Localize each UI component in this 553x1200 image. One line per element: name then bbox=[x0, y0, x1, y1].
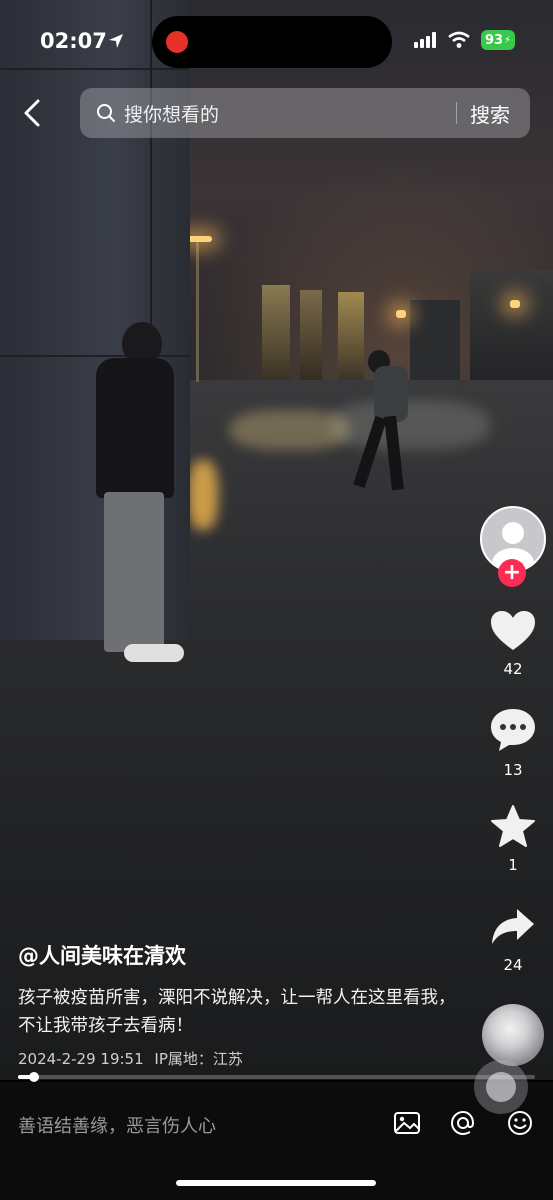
search-bar[interactable]: 搜你想看的 搜索 bbox=[80, 88, 530, 138]
heart-icon bbox=[491, 611, 535, 650]
like-count: 42 bbox=[503, 660, 523, 678]
wifi-icon bbox=[448, 31, 470, 48]
search-button[interactable]: 搜索 bbox=[470, 99, 510, 128]
share-button[interactable]: 24 bbox=[478, 906, 548, 974]
standing-man bbox=[90, 322, 185, 667]
comment-count: 13 bbox=[503, 761, 523, 779]
search-icon bbox=[97, 104, 115, 122]
status-time: 02:07 bbox=[40, 29, 107, 53]
recording-indicator bbox=[166, 31, 188, 53]
at-icon[interactable] bbox=[448, 1108, 478, 1138]
signal-icon bbox=[414, 32, 436, 48]
video-meta: 2024-2-29 19:51 IP属地：江苏 bbox=[18, 1048, 243, 1069]
home-indicator bbox=[176, 1180, 376, 1186]
assistive-touch-button[interactable] bbox=[474, 1060, 528, 1114]
search-divider bbox=[456, 102, 457, 124]
street-lamp-light bbox=[396, 310, 406, 318]
star-icon bbox=[491, 805, 535, 847]
comment-icon bbox=[491, 709, 535, 751]
progress-knob[interactable] bbox=[28, 1072, 39, 1082]
video-progress[interactable] bbox=[18, 1072, 535, 1082]
street-lamp-light bbox=[510, 300, 520, 308]
video-description: 孩子被疫苗所害，溧阳不说解决，让一帮人在这里看我，不让我带孩子去看病！ bbox=[18, 988, 456, 1036]
street-lamp bbox=[196, 242, 199, 382]
image-icon[interactable] bbox=[392, 1108, 422, 1138]
follow-button[interactable]: + bbox=[498, 559, 526, 587]
post-date: 2024-2-29 19:51 bbox=[18, 1050, 144, 1068]
video-player[interactable] bbox=[0, 0, 553, 1080]
back-icon[interactable] bbox=[16, 96, 50, 130]
comment-bar: 善语结善缘，恶言伤人心 bbox=[0, 1082, 553, 1200]
status-icons: 93 ⚡ bbox=[413, 30, 515, 50]
music-disc[interactable] bbox=[482, 1004, 544, 1066]
status-bar: 02:07 93 ⚡ bbox=[0, 0, 553, 80]
favorite-button[interactable]: 1 bbox=[478, 804, 548, 874]
comment-input[interactable]: 善语结善缘，恶言伤人心 bbox=[18, 1112, 216, 1138]
favorite-count: 1 bbox=[508, 856, 518, 874]
share-icon bbox=[492, 909, 534, 944]
comment-button[interactable]: 13 bbox=[478, 707, 548, 779]
light-reflection bbox=[188, 460, 218, 530]
dynamic-island bbox=[152, 16, 392, 68]
battery-level: 93 bbox=[484, 32, 504, 48]
location-arrow-icon bbox=[109, 34, 123, 48]
share-count: 24 bbox=[503, 956, 523, 974]
search-input[interactable]: 搜你想看的 bbox=[124, 100, 219, 127]
author-name[interactable]: @人间美味在清欢 bbox=[18, 940, 186, 970]
walking-man bbox=[350, 350, 410, 495]
battery-icon: 93 ⚡ bbox=[481, 30, 515, 50]
ip-location: IP属地：江苏 bbox=[154, 1050, 243, 1068]
like-button[interactable]: 42 bbox=[478, 610, 548, 678]
